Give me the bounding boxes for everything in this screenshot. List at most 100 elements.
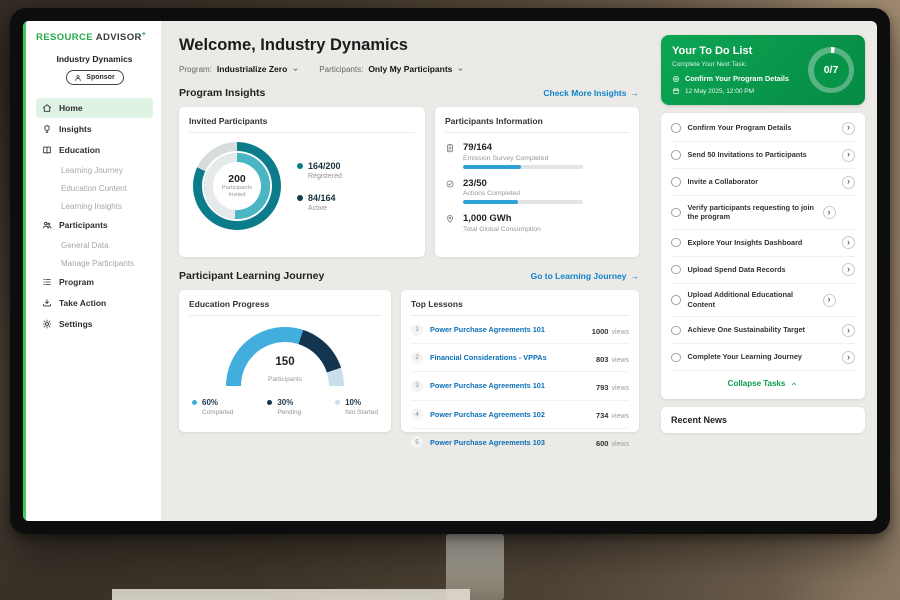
lesson-link[interactable]: Power Purchase Agreements 101 [430,325,585,334]
recent-news-header: Recent News [661,407,865,433]
completed-dot [192,400,197,405]
filters-bar: Program: Industrialize Zero Participants… [179,64,639,74]
consumption-label: Total Global Consumption [463,226,541,233]
section-title: Program Insights [179,87,265,99]
next-task-label: Confirm Your Program Details [685,74,789,83]
background-photo: RESOURCE ADVISOR+ Industry Dynamics Spon… [0,0,900,600]
checkbox-icon[interactable] [671,265,681,275]
app-screen: RESOURCE ADVISOR+ Industry Dynamics Spon… [23,21,877,521]
sidebar: RESOURCE ADVISOR+ Industry Dynamics Spon… [23,21,161,521]
chevron-right-icon[interactable]: › [842,351,855,364]
chevron-right-icon[interactable]: › [842,236,855,249]
task-row-verify-participants[interactable]: Verify participants requesting to join t… [671,196,855,230]
checkbox-icon[interactable] [671,150,681,160]
learning-cards-row: Education Progress 150 Participants 60 [179,290,639,432]
chevron-down-icon [292,66,299,73]
lesson-row: 2 Financial Considerations - VPPAs 803vi… [411,344,629,372]
program-filter-dropdown[interactable]: Program: Industrialize Zero [179,64,299,74]
chevron-right-icon[interactable]: › [842,122,855,135]
education-total: 150 [226,356,344,368]
task-row-achieve-target[interactable]: Achieve One Sustainability Target › [671,317,855,344]
participants-filter-dropdown[interactable]: Participants: Only My Participants [319,64,464,74]
task-row-confirm-program[interactable]: Confirm Your Program Details › [671,115,855,142]
lesson-link[interactable]: Power Purchase Agreements 102 [430,410,589,419]
link-label: Go to Learning Journey [531,271,627,281]
sidebar-item-learning-insights[interactable]: Learning Insights [36,197,153,215]
sidebar-item-participants[interactable]: Participants [36,215,153,235]
education-progress-card: Education Progress 150 Participants 60 [179,290,391,432]
chevron-right-icon[interactable]: › [842,149,855,162]
clipboard-icon [445,143,455,153]
card-title: Invited Participants [189,116,415,133]
lesson-link[interactable]: Power Purchase Agreements 101 [430,381,589,390]
chevron-right-icon[interactable]: › [842,176,855,189]
emission-progress-fill [463,165,521,169]
collapse-label: Collapse Tasks [728,379,786,388]
todo-due: 12 May 2025, 12:00 PM [672,87,802,95]
card-title: Education Progress [189,299,381,316]
task-row-explore-insights[interactable]: Explore Your Insights Dashboard › [671,230,855,257]
go-to-learning-journey-link[interactable]: Go to Learning Journey → [531,271,639,281]
app-logo: RESOURCE ADVISOR+ [36,31,153,43]
sidebar-item-insights[interactable]: Insights [36,119,153,139]
task-row-send-invitations[interactable]: Send 50 Invitations to Participants › [671,142,855,169]
invited-total: 200 [228,173,246,185]
checkbox-icon[interactable] [671,295,681,305]
checkbox-icon[interactable] [671,238,681,248]
chevron-down-icon [457,66,464,73]
task-row-upload-educational-content[interactable]: Upload Additional Educational Content › [671,284,855,318]
sponsor-badge: Sponsor [66,70,124,85]
chevron-right-icon[interactable]: › [842,324,855,337]
task-row-upload-spend-data[interactable]: Upload Spend Data Records › [671,257,855,284]
task-label: Achieve One Sustainability Target [688,325,836,335]
legend-item-not-started: 10% Not Started [335,398,378,416]
chevron-right-icon[interactable]: › [823,206,836,219]
lesson-link[interactable]: Power Purchase Agreements 103 [430,438,589,447]
nav-label: Settings [59,319,93,329]
sidebar-item-learning-journey[interactable]: Learning Journey [36,161,153,179]
checkbox-icon[interactable] [671,123,681,133]
lesson-link[interactable]: Financial Considerations - VPPAs [430,353,589,362]
chevron-right-icon[interactable]: › [842,263,855,276]
check-more-insights-link[interactable]: Check More Insights → [543,88,639,98]
checkbox-icon[interactable] [671,326,681,336]
checkbox-icon[interactable] [671,353,681,363]
checkbox-icon[interactable] [671,177,681,187]
todo-next-task[interactable]: Confirm Your Program Details [672,74,802,83]
task-row-invite-collaborator[interactable]: Invite a Collaborator › [671,169,855,196]
actions-progress-bar [463,200,583,204]
sidebar-item-manage-participants[interactable]: Manage Participants [36,254,153,272]
chevron-right-icon[interactable]: › [823,294,836,307]
pending-dot [267,400,272,405]
home-icon [42,103,52,113]
lesson-rank: 4 [411,408,423,420]
logo-primary: RESOURCE [36,32,93,43]
not-started-dot [335,400,340,405]
todo-column: Your To Do List Complete Your Next Task:… [651,21,877,521]
nav-label: Learning Journey [61,166,123,175]
recent-news-title: Recent News [671,415,727,425]
insights-cards-row: Invited Participants 200 Participants In… [179,107,639,257]
sidebar-item-home[interactable]: Home [36,98,153,118]
sidebar-item-settings[interactable]: Settings [36,314,153,334]
pending-value: 30% [277,398,293,407]
book-icon [42,145,52,155]
collapse-tasks-button[interactable]: Collapse Tasks [671,371,855,397]
sidebar-item-general-data[interactable]: General Data [36,236,153,254]
org-name: Industry Dynamics [36,54,153,64]
task-row-complete-learning-journey[interactable]: Complete Your Learning Journey › [671,344,855,371]
sidebar-item-program[interactable]: Program [36,272,153,292]
sidebar-item-take-action[interactable]: Take Action [36,293,153,313]
completed-label: Completed [202,409,233,416]
people-icon [42,220,52,230]
top-lessons-card: Top Lessons 1 Power Purchase Agreements … [401,290,639,432]
lesson-views-label: views [611,413,629,420]
checkbox-icon[interactable] [671,208,681,218]
participants-filter-value: Only My Participants [368,64,452,74]
gauge-center: 150 Participants [226,356,344,386]
nav-label: Education [59,145,100,155]
sidebar-item-education[interactable]: Education [36,140,153,160]
lesson-views-value: 1000 [592,327,609,336]
sidebar-item-education-content[interactable]: Education Content [36,179,153,197]
pending-label: Pending [277,409,301,416]
